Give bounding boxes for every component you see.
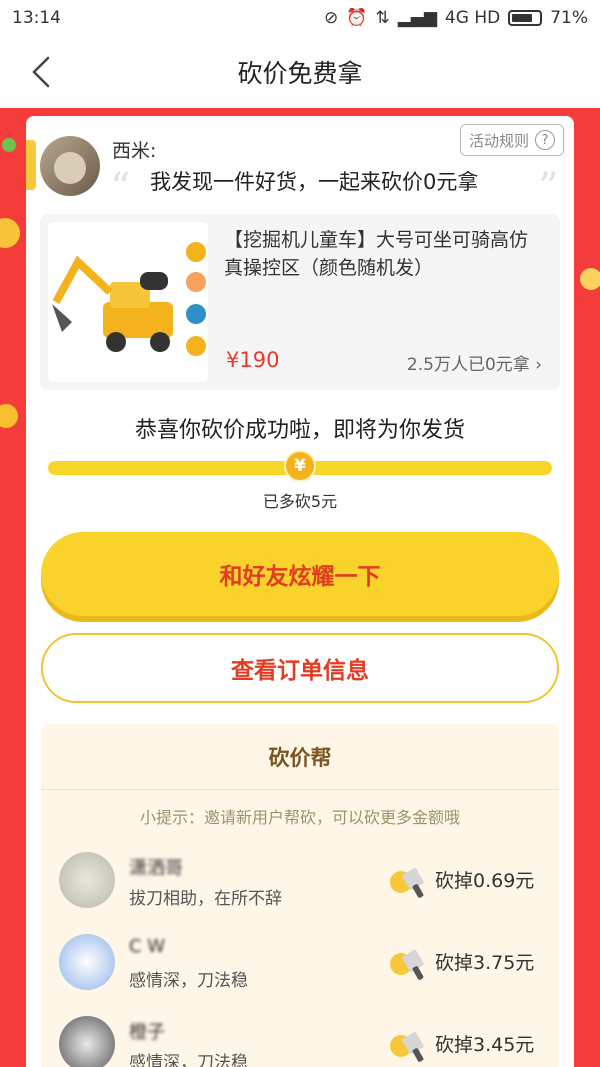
share-user-name: 西米: xyxy=(112,140,157,162)
helper-row: 潇洒哥 拔刀相助，在所不辞 砍掉0.69元 xyxy=(41,852,559,922)
cleaver-icon xyxy=(390,949,424,980)
helper-amount: 砍掉3.45元 xyxy=(435,1034,535,1056)
sold-text: 2.5万人已0元拿 xyxy=(406,355,530,375)
avatar xyxy=(59,934,115,990)
status-icons: ⊘ ⏰ ⇅ ▂▄▆ 4G HD 71% xyxy=(324,8,588,28)
main-card: 西米: 活动规则 ? “ 我发现一件好货，一起来砍价0元拿 ” 【挖掘机儿童车】… xyxy=(26,116,574,1067)
helper-desc: 拔刀相助，在所不辞 xyxy=(129,889,282,909)
card-accent xyxy=(26,140,36,190)
divider xyxy=(41,789,559,790)
close-quote-icon: ” xyxy=(538,165,559,211)
helper-tip: 小提示：邀请新用户帮砍，可以砍更多金额哦 xyxy=(139,808,460,827)
progress-coin-icon: ¥ xyxy=(284,450,316,482)
question-icon: ? xyxy=(535,130,555,150)
excavator-toy-icon xyxy=(48,222,208,382)
helper-name: C W xyxy=(129,936,166,957)
signal-icon: ▂▄▆ xyxy=(397,8,437,28)
view-order-button[interactable]: 查看订单信息 xyxy=(41,633,559,703)
data-transfer-icon: ⇅ xyxy=(375,8,390,28)
decor-leaf-icon xyxy=(2,138,16,152)
battery-icon xyxy=(508,10,543,26)
helper-name: 橙子 xyxy=(129,1022,165,1043)
helper-desc: 感情深，刀法稳 xyxy=(129,1053,248,1067)
back-icon[interactable] xyxy=(26,54,62,90)
decor-knife-icon xyxy=(0,404,18,428)
product-sold-count: 2.5万人已0元拿 › xyxy=(407,350,542,375)
product-image xyxy=(48,222,208,382)
share-message: 我发现一件好货，一起来砍价0元拿 xyxy=(150,170,479,194)
helper-amount: 砍掉3.75元 xyxy=(435,952,535,974)
product-title: 【挖掘机儿童车】大号可坐可骑高仿真操控区（颜色随机发） xyxy=(224,229,529,279)
network-label: 4G HD xyxy=(444,8,501,28)
helper-title: 砍价帮 xyxy=(268,746,332,770)
open-quote-icon: “ xyxy=(110,165,131,211)
battery-percent: 71% xyxy=(550,8,588,28)
alarm-icon: ⏰ xyxy=(346,8,368,28)
bargain-helpers-panel: 砍价帮 小提示：邀请新用户帮砍，可以砍更多金额哦 潇洒哥 拔刀相助，在所不辞 砍… xyxy=(41,724,559,1067)
decor-coin-icon xyxy=(0,218,20,248)
cleaver-icon xyxy=(390,1031,424,1062)
decor-sparkle-icon xyxy=(580,268,600,290)
rules-button[interactable]: 活动规则 ? xyxy=(459,124,564,156)
helper-row: C W 感情深，刀法稳 砍掉3.75元 xyxy=(41,934,559,1004)
page-title: 砍价免费拿 xyxy=(237,59,363,88)
share-with-friends-button[interactable]: 和好友炫耀一下 xyxy=(41,532,559,616)
status-time: 13:14 xyxy=(12,8,61,28)
cleaver-icon xyxy=(390,867,424,898)
status-bar: 13:14 ⊘ ⏰ ⇅ ▂▄▆ 4G HD 71% xyxy=(0,0,600,36)
congrats-text: 恭喜你砍价成功啦，即将为你发货 xyxy=(134,418,465,443)
mute-icon: ⊘ xyxy=(324,8,339,28)
progress-label: 已多砍5元 xyxy=(262,492,338,511)
helper-desc: 感情深，刀法稳 xyxy=(129,971,248,991)
nav-bar: 砍价免费拿 xyxy=(0,36,600,108)
avatar xyxy=(59,852,115,908)
rules-label: 活动规则 xyxy=(468,131,529,150)
avatar xyxy=(40,136,100,196)
avatar xyxy=(59,1016,115,1067)
product-card[interactable]: 【挖掘机儿童车】大号可坐可骑高仿真操控区（颜色随机发） ¥190 2.5万人已0… xyxy=(40,214,560,390)
helper-row: 橙子 感情深，刀法稳 砍掉3.45元 xyxy=(41,1016,559,1067)
helper-amount: 砍掉0.69元 xyxy=(435,870,535,892)
helper-name: 潇洒哥 xyxy=(129,858,183,879)
chevron-right-icon: › xyxy=(535,355,542,375)
product-price: ¥190 xyxy=(226,348,280,372)
